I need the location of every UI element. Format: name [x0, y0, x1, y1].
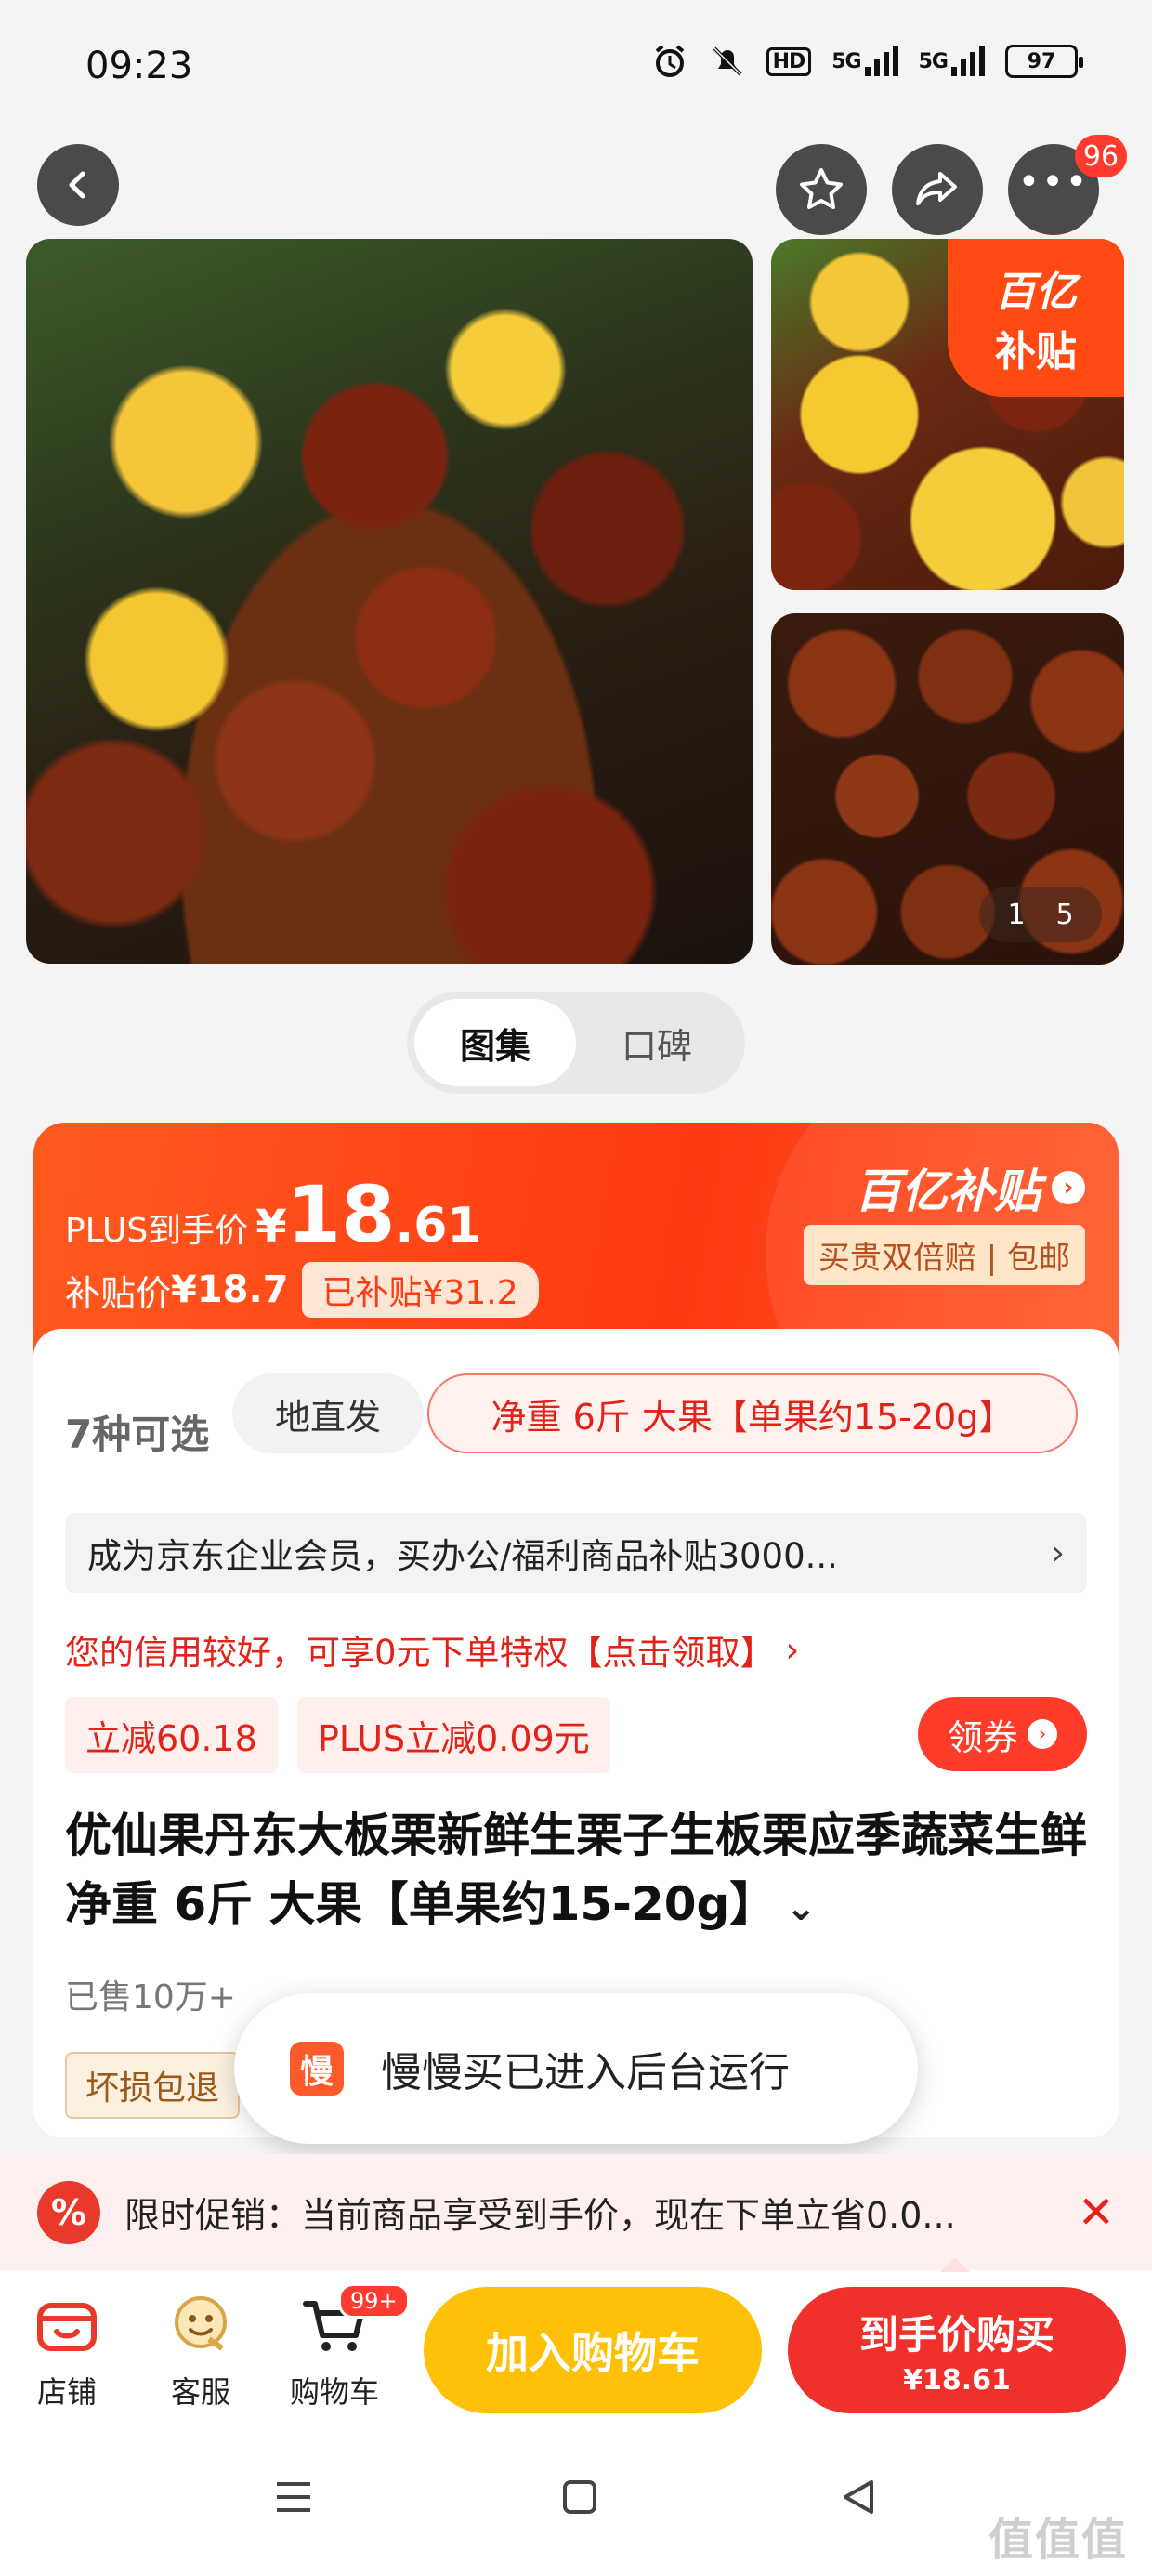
- chevron-down-icon[interactable]: ⌄: [785, 1886, 817, 1929]
- get-coupon-button[interactable]: 领券 ›: [918, 1697, 1087, 1771]
- battery-icon: 97: [1005, 45, 1083, 78]
- share-icon: [916, 172, 957, 205]
- share-button[interactable]: [892, 144, 983, 235]
- product-title: 优仙果丹东大板栗新鲜生栗子生板栗应季蔬菜生鲜 净重 6斤 大果【单果约15-20…: [65, 1808, 1087, 1931]
- image-counter: 1 5: [979, 887, 1102, 942]
- status-bar: 09:23 HD 5G 5G 97: [0, 0, 1152, 139]
- shop-button[interactable]: 店铺: [11, 2291, 123, 2412]
- add-to-cart-button[interactable]: 加入购物车: [424, 2287, 762, 2413]
- promo-strip[interactable]: % 限时促销：当前商品享受到手价，现在下单立省0.0... ✕: [0, 2154, 1152, 2270]
- bottom-action-bar: 店铺 客服 99+ 购物车 加入购物车 到手价购买 ¥18.61: [0, 2257, 1152, 2428]
- gallery-tabs: 图集 口碑: [407, 992, 745, 1094]
- watermark: 值值值: [988, 2514, 1128, 2566]
- signal-sim2-icon: 5G: [919, 46, 985, 76]
- app-icon: 慢: [290, 2042, 344, 2096]
- background-running-toast: 慢 慢慢买已进入后台运行: [234, 1993, 918, 2144]
- product-thumbnail-1[interactable]: 百亿 补贴: [771, 239, 1124, 590]
- chevron-right-icon: ›: [1028, 1719, 1057, 1749]
- variant-option-selected[interactable]: 净重 6斤 大果【单果约15-20g】: [427, 1373, 1078, 1453]
- variant-option[interactable]: 地直发: [232, 1373, 424, 1453]
- subsidy-brand-link[interactable]: 百亿补贴 ›: [855, 1154, 1085, 1221]
- credit-privilege-link[interactable]: 您的信用较好，可享0元下单特权【点击领取】 ›: [65, 1624, 799, 1675]
- mute-bell-icon: [709, 43, 746, 80]
- star-icon: [800, 168, 843, 209]
- main-product-image[interactable]: [26, 239, 753, 964]
- chevron-left-icon: [69, 171, 85, 199]
- enterprise-member-bar[interactable]: 成为京东企业会员，买办公/福利商品补贴3000... ›: [65, 1513, 1087, 1593]
- plus-price: PLUS到手价 ¥ 18 .61: [65, 1169, 481, 1260]
- favorite-button[interactable]: [776, 144, 867, 235]
- tab-gallery[interactable]: 图集: [414, 999, 576, 1086]
- guarantee-label: 买贵双倍赔 | 包邮: [803, 1225, 1085, 1285]
- plus-discount-tag: PLUS立减0.09元: [297, 1697, 610, 1773]
- alarm-icon: [651, 43, 688, 80]
- subsidized-amount-pill: 已补贴¥31.2: [301, 1262, 539, 1318]
- cart-count-badge: 99+: [338, 2283, 410, 2319]
- product-thumbnail-2[interactable]: 1 5: [771, 613, 1124, 965]
- discount-tag: 立减60.18: [65, 1697, 278, 1773]
- buy-now-button[interactable]: 到手价购买 ¥18.61: [788, 2287, 1126, 2413]
- back-button[interactable]: [37, 144, 119, 226]
- hd-icon: HD: [766, 46, 812, 76]
- status-icons: HD 5G 5G 97: [651, 43, 1083, 80]
- close-icon[interactable]: ✕: [1078, 2187, 1115, 2239]
- price-banner: PLUS到手价 ¥ 18 .61 补贴价 ¥18.7 已补贴¥31.2 百亿补贴…: [33, 1123, 1119, 1364]
- chevron-right-icon: ›: [785, 1629, 800, 1670]
- sold-count: 已售10万+: [65, 1978, 236, 2017]
- system-navigation-bar: 值值值: [0, 2428, 1152, 2576]
- shop-icon: [33, 2291, 101, 2359]
- cart-button[interactable]: 99+ 购物车: [279, 2283, 410, 2412]
- signal-sim1-icon: 5G: [831, 46, 898, 76]
- menu-icon[interactable]: [271, 2475, 316, 2523]
- customer-service-icon: [166, 2291, 235, 2359]
- notification-badge: 96: [1075, 135, 1127, 177]
- back-triangle-icon[interactable]: [836, 2475, 881, 2523]
- subsidy-price: 补贴价 ¥18.7 已补贴¥31.2: [65, 1262, 539, 1318]
- tab-reviews[interactable]: 口碑: [576, 999, 738, 1086]
- chevron-right-icon: ›: [1051, 1533, 1065, 1572]
- damage-refund-tag: 坏损包退: [65, 2052, 241, 2119]
- home-icon[interactable]: [557, 2475, 602, 2523]
- variant-count[interactable]: 7种可选: [65, 1403, 209, 1460]
- status-time: 09:23: [85, 45, 193, 87]
- customer-service-button[interactable]: 客服: [145, 2291, 256, 2412]
- chevron-right-icon: ›: [1052, 1171, 1085, 1204]
- subsidy-tag: 百亿 补贴: [948, 239, 1124, 397]
- percent-icon: %: [37, 2180, 100, 2244]
